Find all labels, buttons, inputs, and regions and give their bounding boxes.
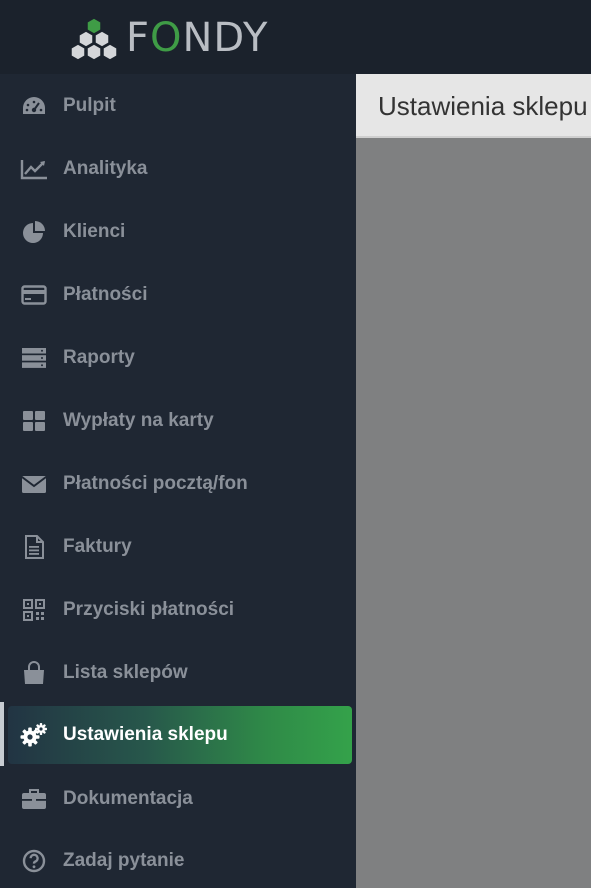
sidebar-item-dokumentacja[interactable]: Dokumentacja [0,771,356,827]
sidebar-item-analityka[interactable]: Analityka [0,141,356,197]
sidebar-item-label: Analityka [63,158,148,179]
sidebar-item-ustawienia-sklepu[interactable]: Ustawienia sklepu [8,706,352,764]
sidebar-item-klienci[interactable]: Klienci [0,204,356,260]
sidebar-item-lista-sklepow[interactable]: Lista sklepów [0,645,356,701]
sidebar-item-label: Faktury [63,536,132,557]
sidebar-item-raporty[interactable]: Raporty [0,330,356,386]
fondy-logo[interactable]: FONDY [70,16,268,60]
server-icon [19,343,49,373]
question-circle-icon [19,846,49,876]
sidebar-item-label: Pulpit [63,95,116,116]
gears-icon [19,720,49,750]
qr-code-icon [19,595,49,625]
active-item-marker [0,702,4,766]
sidebar-item-label: Dokumentacja [63,788,193,809]
sidebar-item-label: Zadaj pytanie [63,850,185,871]
brand-name: FONDY [126,15,269,61]
grid-icon [19,406,49,436]
main-content: Ustawienia sklepu [356,74,591,888]
sidebar-item-wyplaty[interactable]: Wypłaty na karty [0,393,356,449]
page-title: Ustawienia sklepu [378,91,588,121]
sidebar-item-platnosci-poczta[interactable]: Płatności pocztą/fon [0,456,356,512]
sidebar-item-pulpit[interactable]: Pulpit [0,78,356,134]
shopping-bag-icon [19,658,49,688]
sidebar-item-label: Przyciski płatności [63,599,235,620]
sidebar-item-label: Płatności [63,284,148,305]
sidebar-item-faktury[interactable]: Faktury [0,519,356,575]
dashboard-icon [19,91,49,121]
envelope-icon [19,469,49,499]
sidebar: Pulpit Analityka Klienci Płatności Rapor… [0,74,356,888]
line-chart-icon [19,154,49,184]
credit-card-icon [19,280,49,310]
sidebar-item-label: Lista sklepów [63,662,188,683]
pie-chart-icon [19,217,49,247]
hexagon-logo-icon [70,17,118,60]
sidebar-item-label: Ustawienia sklepu [63,724,228,745]
top-bar: FONDY [0,0,591,74]
briefcase-icon [19,784,49,814]
sidebar-item-label: Płatności pocztą/fon [63,473,248,494]
sidebar-item-platnosci[interactable]: Płatności [0,267,356,323]
sidebar-item-label: Klienci [63,221,126,242]
sidebar-item-label: Wypłaty na karty [63,410,214,431]
sidebar-item-zadaj-pytanie[interactable]: Zadaj pytanie [0,833,356,888]
sidebar-item-przyciski[interactable]: Przyciski płatności [0,582,356,638]
document-icon [19,532,49,562]
sidebar-item-label: Raporty [63,347,135,368]
page-header: Ustawienia sklepu [356,74,591,138]
